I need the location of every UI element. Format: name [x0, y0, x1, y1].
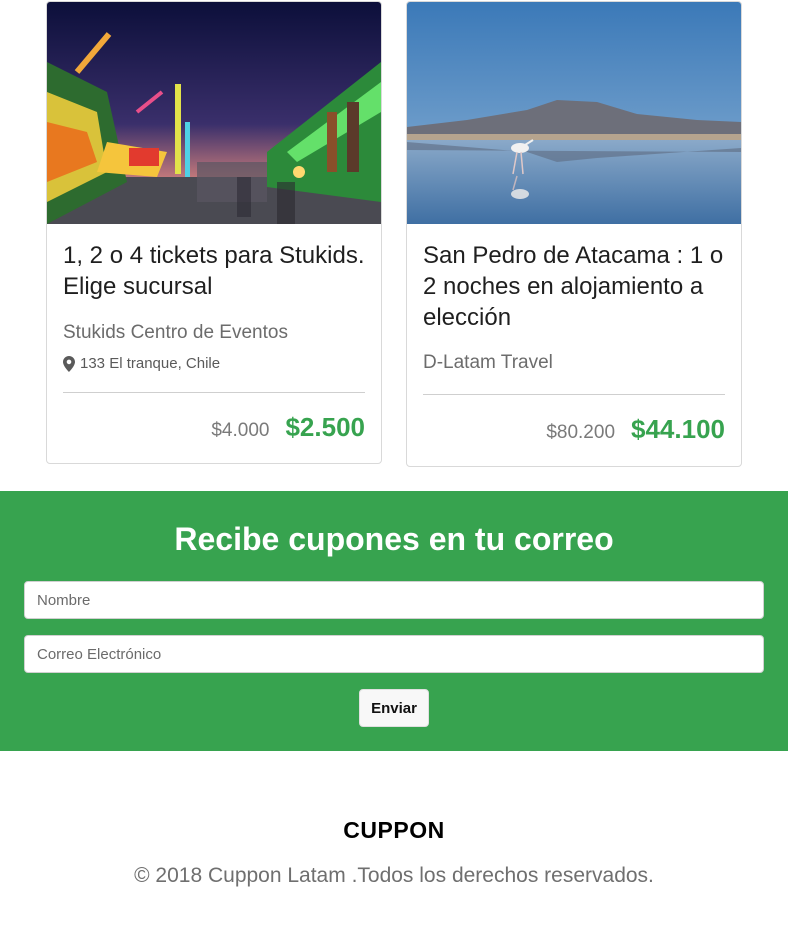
map-pin-icon [63, 355, 75, 372]
divider [423, 394, 725, 395]
name-input[interactable] [24, 581, 764, 619]
deal-merchant: Stukids Centro de Eventos [63, 322, 288, 343]
footer: CUPPON © 2018 Cuppon Latam .Todos los de… [0, 751, 788, 940]
footer-copyright: © 2018 Cuppon Latam .Todos los derechos … [134, 864, 654, 887]
deal-card[interactable]: San Pedro de Atacama : 1 o 2 noches en a… [406, 1, 742, 467]
deals-grid: 1, 2 o 4 tickets para Stukids. Elige suc… [0, 0, 788, 470]
deal-image-flamingo[interactable] [407, 2, 741, 224]
new-price: $2.500 [285, 412, 365, 442]
divider [63, 392, 365, 393]
email-input[interactable] [24, 635, 764, 673]
old-price: $4.000 [211, 420, 270, 441]
deal-image-carnival[interactable] [47, 2, 381, 224]
footer-brand: CUPPON [343, 817, 445, 843]
price-row: $4.000 $2.500 [211, 412, 365, 443]
newsletter-section: Recibe cupones en tu correo Enviar [0, 491, 788, 751]
new-price: $44.100 [631, 414, 725, 444]
deal-title[interactable]: 1, 2 o 4 tickets para Stukids. Elige suc… [63, 240, 367, 302]
deal-merchant: D-Latam Travel [423, 352, 553, 373]
newsletter-title: Recibe cupones en tu correo [174, 521, 614, 557]
submit-button[interactable]: Enviar [359, 689, 429, 727]
old-price: $80.200 [546, 422, 616, 443]
price-row: $80.200 $44.100 [546, 414, 725, 445]
deal-title[interactable]: San Pedro de Atacama : 1 o 2 noches en a… [423, 240, 727, 333]
deal-location-text: 133 El tranque, Chile [80, 355, 221, 372]
deal-location: 133 El tranque, Chile [63, 355, 220, 372]
deal-card[interactable]: 1, 2 o 4 tickets para Stukids. Elige suc… [46, 1, 382, 464]
